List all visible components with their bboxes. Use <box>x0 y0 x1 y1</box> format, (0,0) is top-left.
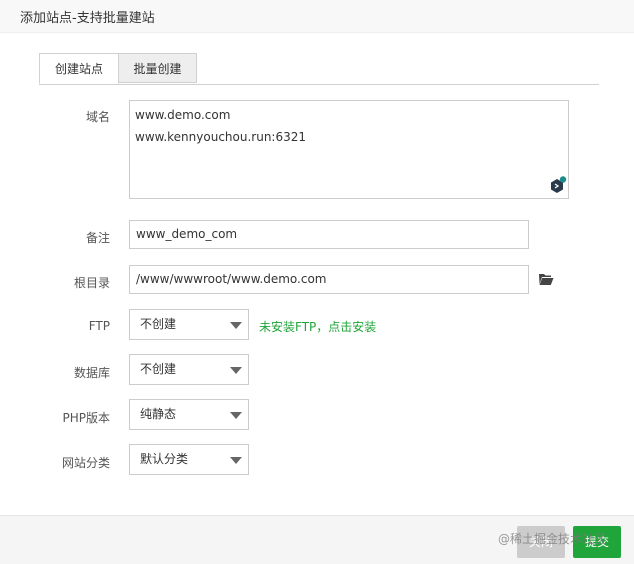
domain-line: www.demo.com <box>135 108 231 122</box>
chevron-down-icon <box>230 412 242 419</box>
site-category-select-value: 默认分类 <box>140 452 189 466</box>
dialog-titlebar: 添加站点-支持批量建站 <box>0 0 634 33</box>
root-dir-label: 根目录 <box>73 276 110 290</box>
domain-label: 域名 <box>85 110 110 124</box>
submit-button[interactable]: 提交 <box>573 526 621 558</box>
php-version-select[interactable]: 纯静态 <box>129 399 249 430</box>
chevron-down-icon <box>230 457 242 464</box>
domain-line: www.kennyouchou.run:6321 <box>135 130 307 144</box>
site-category-label: 网站分类 <box>61 456 110 470</box>
translate-extension-icon[interactable] <box>548 176 568 196</box>
database-select-value: 不创建 <box>140 362 177 376</box>
database-select[interactable]: 不创建 <box>129 354 249 385</box>
install-ftp-link[interactable]: 未安装FTP，点击安装 <box>259 318 376 335</box>
close-button[interactable]: 关闭 <box>517 526 565 558</box>
chevron-down-icon <box>230 367 242 374</box>
site-category-select[interactable]: 默认分类 <box>129 444 249 475</box>
php-version-label: PHP版本 <box>62 411 111 425</box>
remark-input[interactable]: www_demo_com <box>129 220 529 249</box>
chevron-down-icon <box>230 322 242 329</box>
remark-label: 备注 <box>85 231 110 245</box>
ftp-select[interactable]: 不创建 <box>129 309 249 340</box>
root-dir-input[interactable]: /www/wwwroot/www.demo.com <box>129 265 529 294</box>
domain-textarea[interactable]: www.demo.com www.kennyouchou.run:6321 <box>129 100 569 199</box>
tab-batch-create[interactable]: 批量创建 <box>119 53 197 83</box>
tab-bar: 创建站点 批量创建 <box>39 53 599 85</box>
tab-create-site[interactable]: 创建站点 <box>39 53 119 84</box>
database-label: 数据库 <box>73 366 110 380</box>
ftp-label: FTP <box>88 319 110 333</box>
ftp-select-value: 不创建 <box>140 317 177 331</box>
dialog-title: 添加站点-支持批量建站 <box>20 11 155 26</box>
php-version-select-value: 纯静态 <box>140 407 177 421</box>
folder-open-icon[interactable] <box>538 272 554 286</box>
